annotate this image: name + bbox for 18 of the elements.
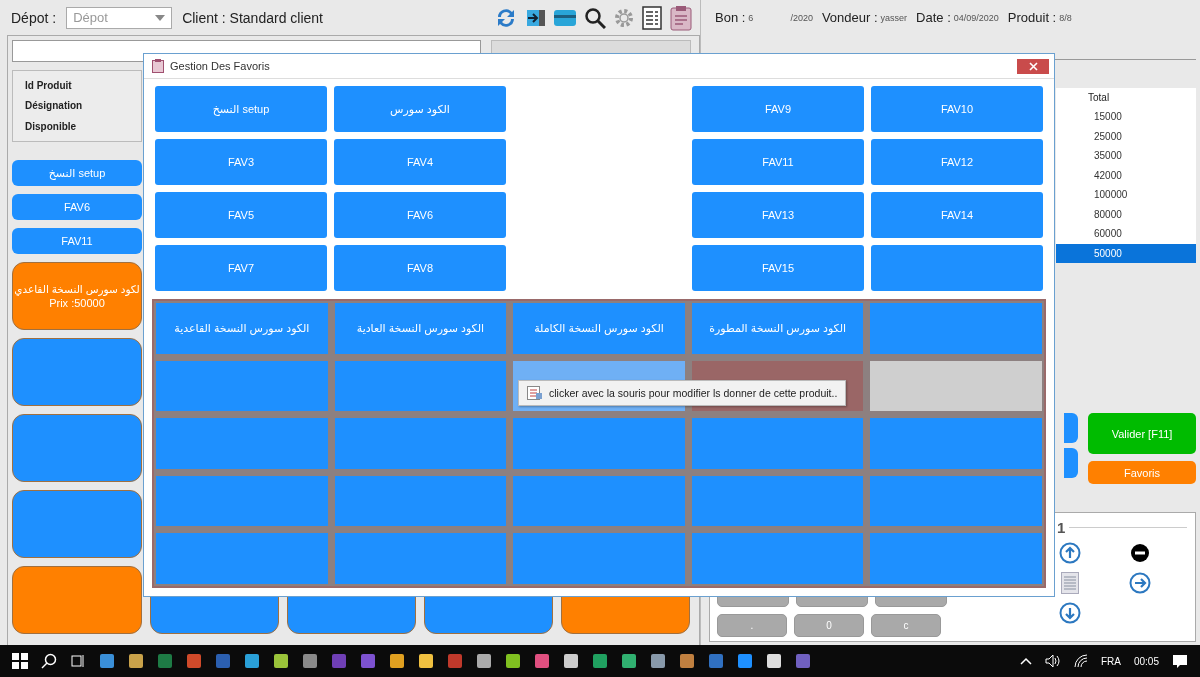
info-label: Disponible [25, 121, 78, 133]
dialog-title: Gestion Des Favoris [170, 60, 270, 72]
column-header: Total [1087, 91, 1111, 105]
bon-label: Bon : [715, 10, 746, 25]
info-label: Id Produit [25, 79, 73, 91]
info-label: Désignation [25, 100, 84, 112]
produit-label: Produit : [1007, 10, 1057, 25]
bon-year: /2020 [790, 12, 813, 23]
vendeur-value: yasser [880, 12, 908, 23]
client-label: Client : Standard client [182, 9, 323, 26]
tooltip-text: clicker avec la souris pour modifier ls donner de cette produit.. [549, 387, 838, 399]
quantity-value: 1 [1057, 519, 1066, 536]
produit-value: 8/8 [1059, 12, 1072, 23]
date-value: 04/09/2020 [953, 12, 999, 23]
depot-label: Dépot : [11, 9, 57, 26]
date-label: Date : [916, 10, 951, 25]
vendeur-label: Vondeur : [821, 10, 878, 25]
bon-value: 6 [748, 12, 754, 23]
